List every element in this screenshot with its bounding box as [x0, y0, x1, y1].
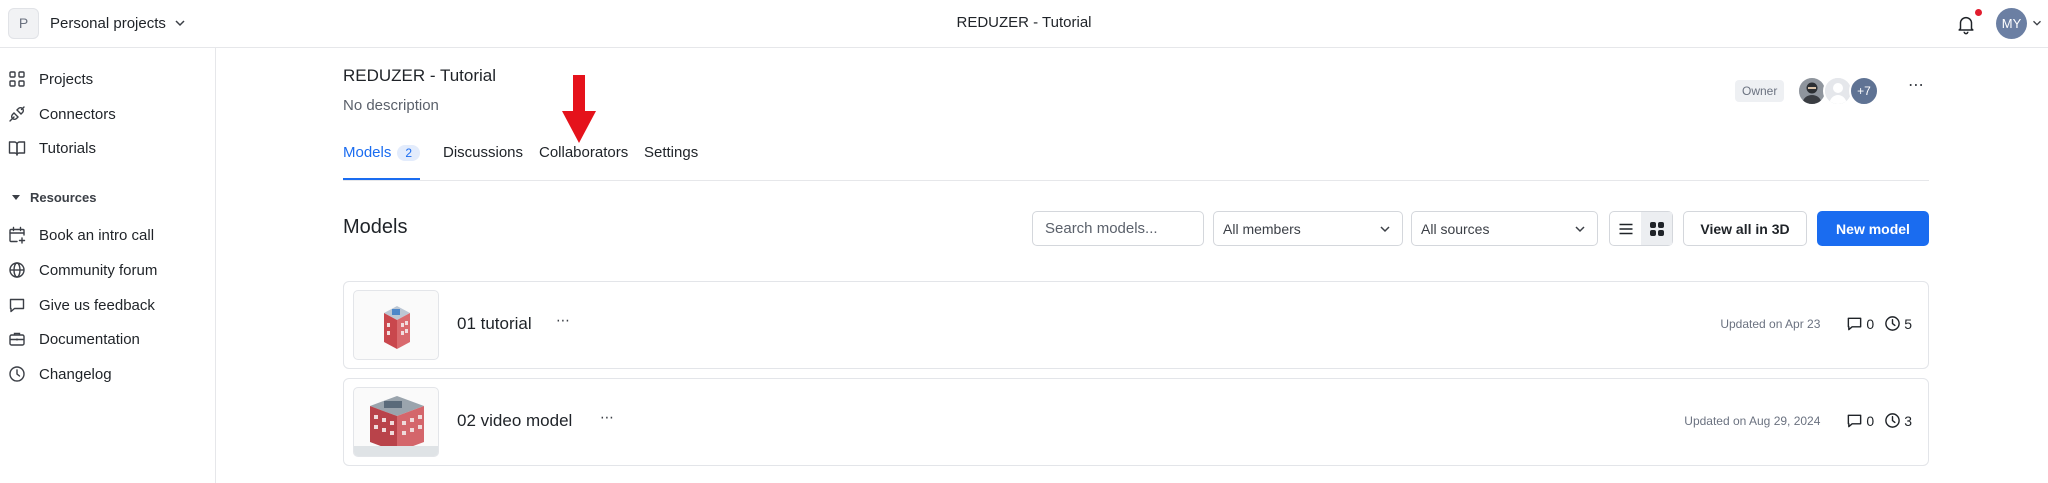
building-model-icon [354, 396, 438, 456]
clock-icon [9, 366, 25, 382]
grid-view-button[interactable] [1641, 212, 1672, 245]
comments-value: 0 [1866, 412, 1875, 429]
comment-icon [1848, 414, 1862, 428]
sidebar-item-projects[interactable]: Projects [8, 64, 208, 94]
sidebar-item-label: Documentation [39, 330, 140, 348]
sidebar-item-tutorials[interactable]: Tutorials [8, 133, 208, 163]
project-title: REDUZER - Tutorial [343, 66, 497, 85]
view-toggle [1609, 211, 1673, 246]
resources-section-toggle[interactable]: Resources [12, 190, 96, 205]
models-count-badge: 2 [397, 145, 421, 161]
updated-date: Updated on Apr 23 [1720, 316, 1821, 331]
model-more-options-button[interactable]: ⋯ [600, 409, 614, 426]
model-name[interactable]: 02 video model [457, 411, 572, 431]
workspace-avatar: P [8, 7, 39, 39]
caret-down-icon [12, 195, 20, 200]
tab-label: Collaborators [539, 144, 629, 161]
new-model-button[interactable]: New model [1817, 211, 1929, 246]
model-more-options-button[interactable]: ⋯ [556, 312, 570, 329]
user-placeholder-icon [1825, 78, 1851, 104]
model-card[interactable]: 02 video model ⋯ Updated on Aug 29, 2024… [343, 378, 1929, 466]
history-icon [1885, 316, 1901, 331]
sidebar-item-label: Connectors [39, 105, 116, 123]
page-title: REDUZER - Tutorial [956, 14, 1092, 31]
versions-value: 3 [1904, 412, 1912, 429]
chevron-down-icon [1380, 225, 1390, 232]
person-photo-icon [1799, 78, 1825, 104]
sidebar-item-connectors[interactable]: Connectors [8, 99, 208, 129]
tab-label: Settings [644, 144, 699, 161]
sidebar-item-label: Give us feedback [39, 296, 155, 314]
comment-icon [1848, 317, 1862, 331]
book-icon [8, 141, 26, 156]
top-bar: P Personal projects REDUZER - Tutorial M… [0, 0, 2048, 48]
chevron-down-icon [175, 20, 185, 27]
tab-label: Models [343, 144, 392, 161]
sidebar-item-book-intro-call[interactable]: Book an intro call [8, 220, 208, 250]
models-heading: Models [343, 216, 408, 238]
tab-models[interactable]: Models 2 [343, 144, 421, 180]
sources-select[interactable]: All sources [1411, 211, 1598, 246]
search-field[interactable] [1032, 211, 1204, 246]
versions-count[interactable]: 3 [1884, 412, 1912, 429]
briefcase-icon [9, 332, 25, 346]
view-all-in-3d-button[interactable]: View all in 3D [1683, 211, 1807, 246]
sidebar-item-community-forum[interactable]: Community forum [8, 255, 208, 285]
history-icon [1885, 413, 1901, 428]
building-model-icon [384, 306, 410, 349]
model-thumbnail[interactable] [353, 387, 439, 457]
members-select-value: All members [1223, 220, 1301, 237]
model-meta: Updated on Aug 29, 2024 0 3 [1684, 412, 1912, 429]
sidebar-item-label: Changelog [39, 365, 112, 383]
role-badge: Owner [1735, 80, 1785, 102]
chat-icon [9, 298, 25, 313]
project-more-options-button[interactable]: ⋯ [1902, 78, 1930, 102]
red-arrow-annotation-icon [562, 75, 596, 143]
tabs-divider [343, 180, 1929, 181]
versions-count[interactable]: 5 [1884, 315, 1912, 332]
plug-icon [9, 106, 25, 122]
user-avatar[interactable]: MY [1996, 8, 2027, 39]
more-collaborators-count[interactable]: +7 [1849, 76, 1879, 106]
sidebar-item-documentation[interactable]: Documentation [8, 324, 208, 354]
model-meta: Updated on Apr 23 0 5 [1720, 315, 1912, 332]
sidebar-item-give-feedback[interactable]: Give us feedback [8, 290, 208, 320]
model-card[interactable]: 01 tutorial ⋯ Updated on Apr 23 0 5 [343, 281, 1929, 369]
chevron-down-icon[interactable] [2030, 16, 2044, 30]
list-view-button[interactable] [1610, 212, 1641, 245]
workspace-switcher[interactable]: P Personal projects [8, 7, 188, 39]
sources-select-value: All sources [1421, 220, 1490, 237]
globe-icon [9, 262, 25, 278]
section-label: Resources [30, 190, 97, 205]
members-select[interactable]: All members [1213, 211, 1403, 246]
versions-value: 5 [1904, 315, 1912, 332]
model-thumbnail[interactable] [353, 290, 439, 360]
tab-discussions[interactable]: Discussions [443, 144, 523, 180]
comments-count[interactable]: 0 [1846, 412, 1874, 429]
search-input[interactable] [1045, 220, 1195, 237]
sidebar-item-label: Projects [39, 70, 94, 88]
grid-icon [1649, 221, 1664, 236]
workspace-name: Personal projects [50, 14, 166, 32]
chevron-down-icon [1575, 225, 1585, 232]
comments-count[interactable]: 0 [1846, 315, 1874, 332]
tab-settings[interactable]: Settings [644, 144, 698, 180]
updated-date: Updated on Aug 29, 2024 [1684, 413, 1821, 428]
grid-icon [9, 71, 25, 87]
bell-icon[interactable] [1955, 13, 1977, 35]
sidebar-item-label: Tutorials [39, 139, 96, 157]
notification-dot [1975, 9, 1982, 16]
tab-label: Discussions [443, 144, 524, 161]
sidebar: Projects Connectors Tutorials Resources … [0, 48, 216, 483]
sidebar-item-label: Book an intro call [39, 226, 155, 244]
tab-collaborators[interactable]: Collaborators [539, 144, 628, 180]
calendar-plus-icon [9, 226, 26, 244]
sidebar-item-changelog[interactable]: Changelog [8, 359, 208, 389]
comments-value: 0 [1866, 315, 1875, 332]
project-description[interactable]: No description [343, 97, 439, 114]
model-name[interactable]: 01 tutorial [457, 314, 532, 334]
sidebar-item-label: Community forum [39, 261, 158, 279]
list-icon [1619, 223, 1632, 234]
